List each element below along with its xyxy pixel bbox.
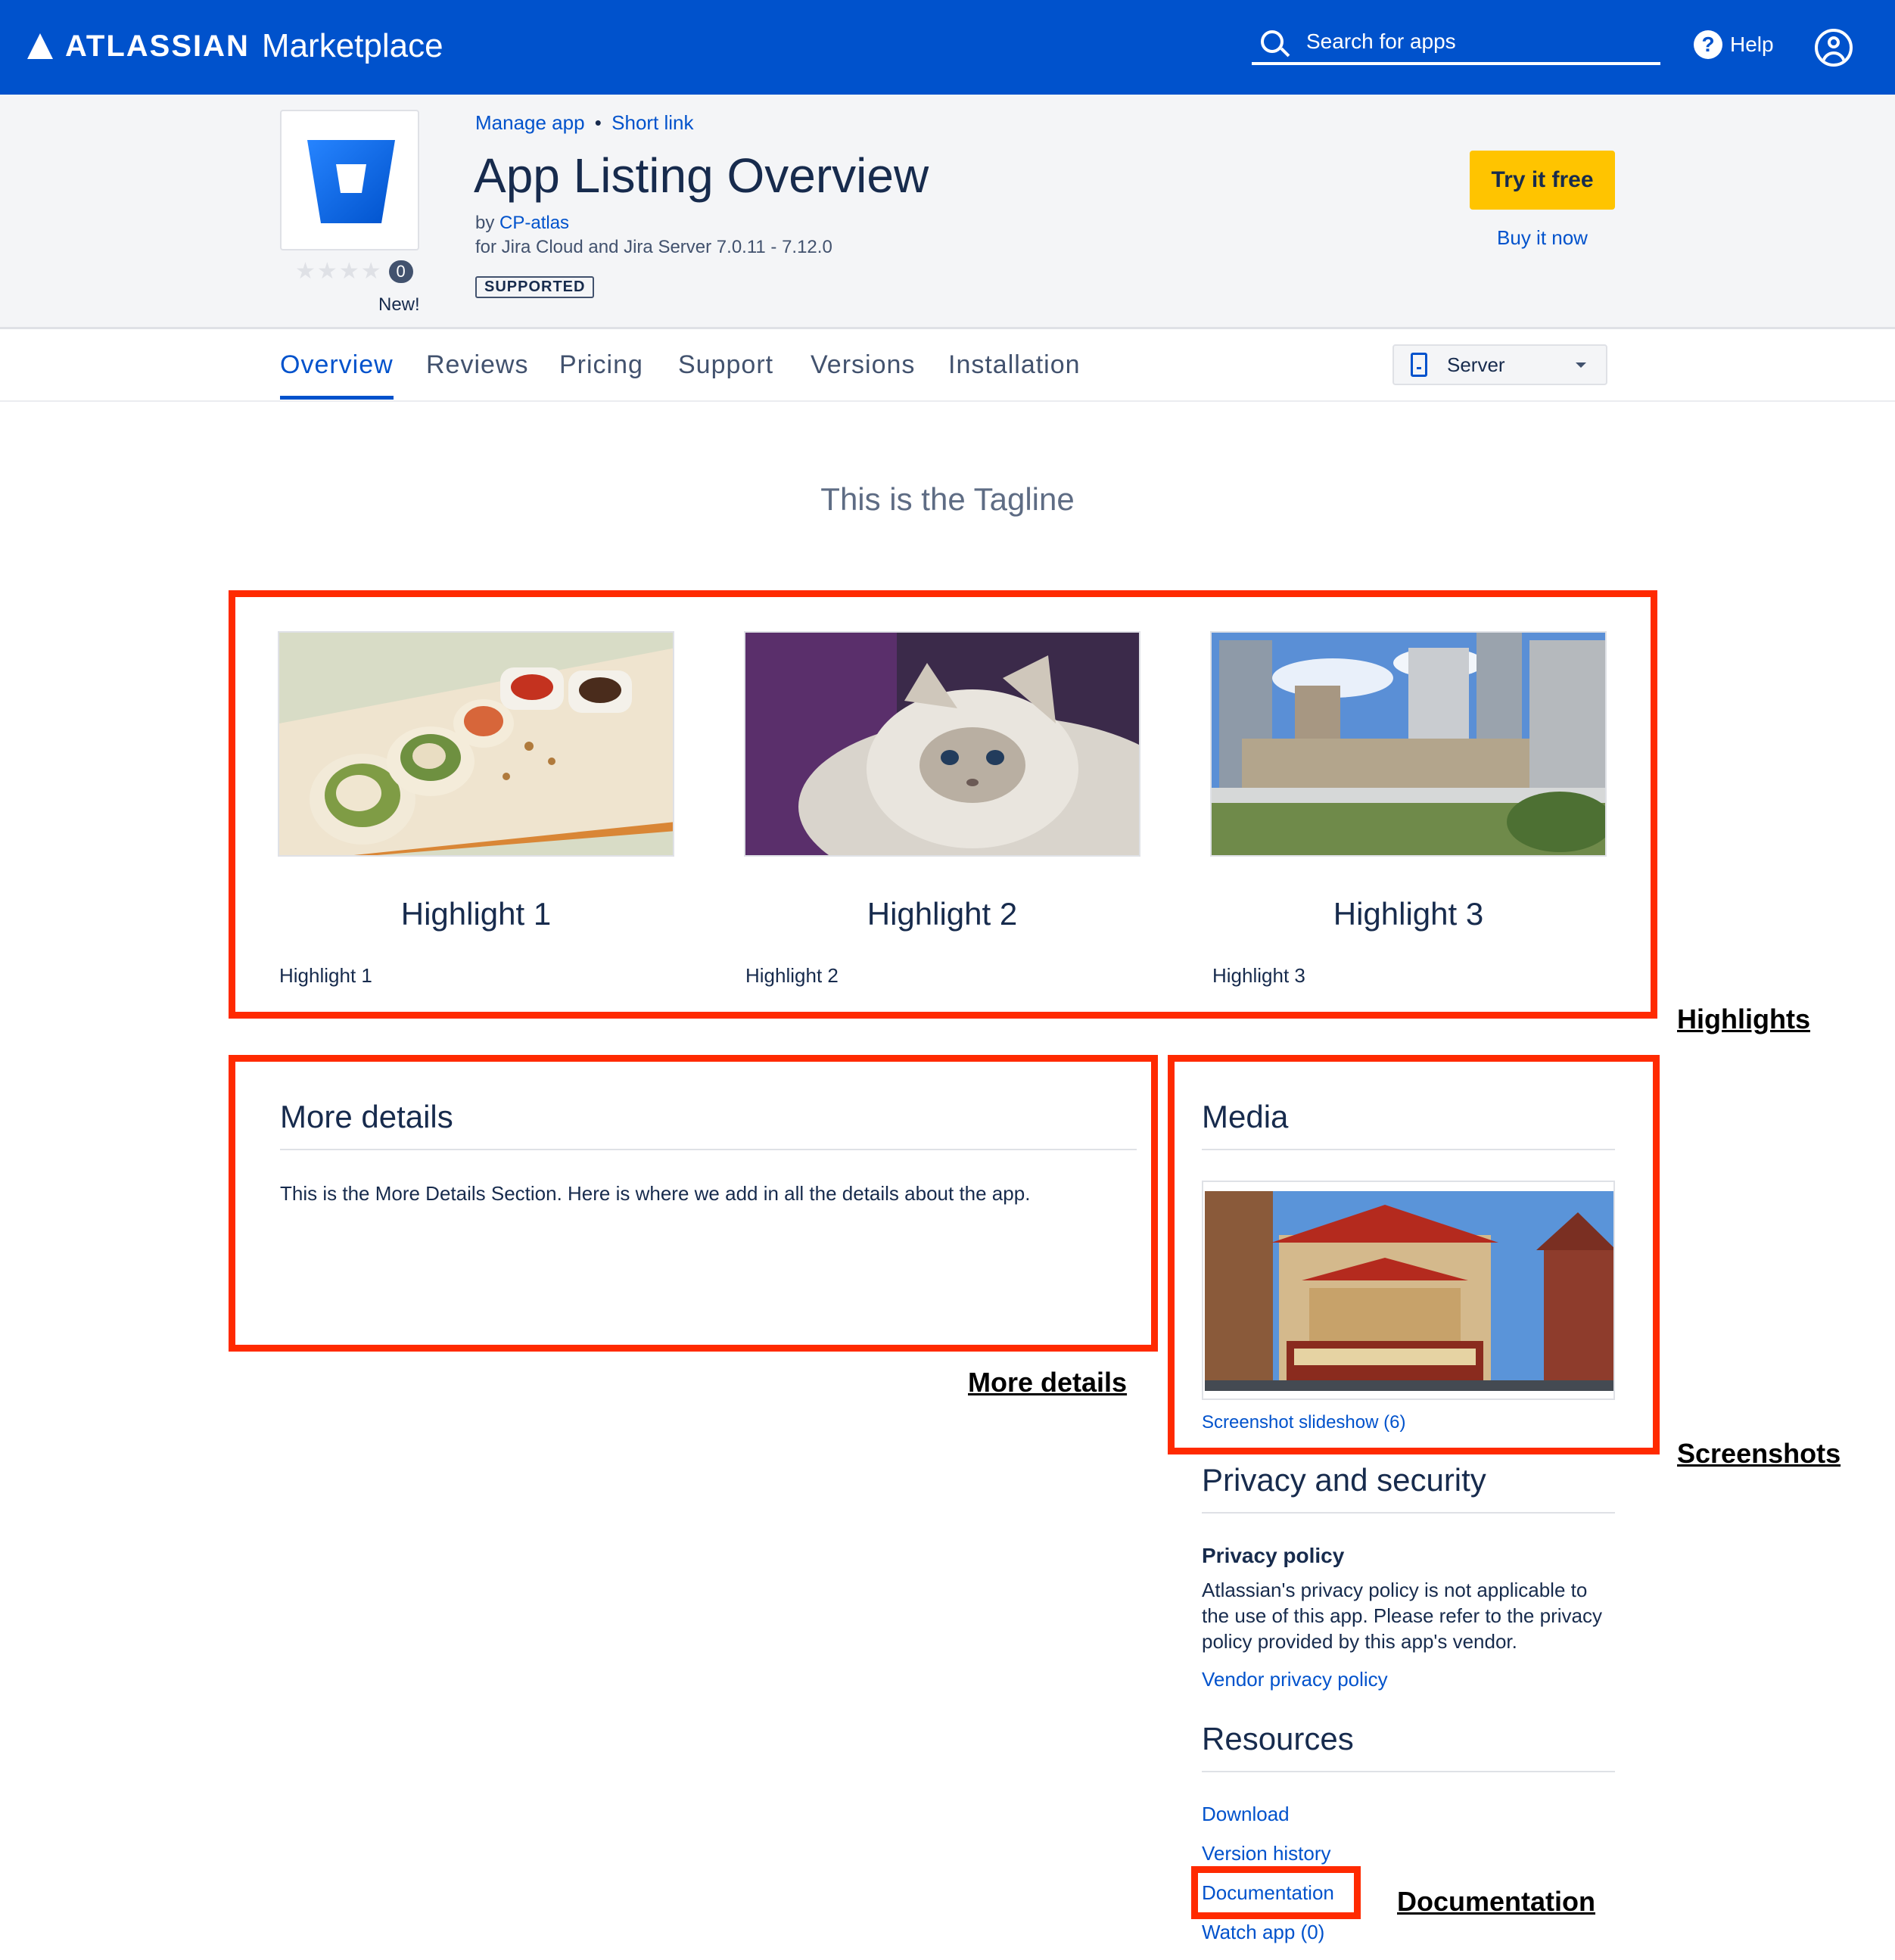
by-label: by	[475, 213, 495, 233]
star-icon: ★	[338, 259, 361, 284]
tab-support[interactable]: Support	[678, 350, 773, 380]
more-details-divider	[280, 1149, 1137, 1150]
manage-app-link[interactable]: Manage app	[475, 111, 585, 134]
star-icon: ★	[360, 259, 383, 284]
rating-count-badge: 0	[388, 260, 413, 283]
privacy-policy-subheading: Privacy policy	[1202, 1544, 1345, 1567]
highlight-text-1: Highlight 1	[279, 964, 372, 987]
annotation-label-screenshots: Screenshots	[1677, 1438, 1841, 1469]
street-scene-image	[1203, 1182, 1613, 1398]
search-input[interactable]	[1306, 30, 1639, 54]
annotation-label-documentation: Documentation	[1397, 1886, 1596, 1917]
search-icon[interactable]	[1261, 30, 1284, 53]
server-icon	[1411, 353, 1427, 377]
version-history-link[interactable]: Version history	[1202, 1842, 1331, 1865]
supported-badge: SUPPORTED	[475, 276, 595, 298]
more-details-heading: More details	[280, 1099, 453, 1134]
logo-brand-text: ATLASSIAN	[65, 29, 250, 63]
resources-heading: Resources	[1202, 1721, 1354, 1756]
highlight-title-2: Highlight 2	[867, 896, 1018, 932]
listing-tabs: Overview Reviews Pricing Support Version…	[0, 329, 1895, 402]
star-icon: ★	[295, 259, 317, 284]
app-listing-header: ★ ★ ★ ★ 0 New! Manage app • Short link A…	[0, 95, 1895, 329]
top-navigation-bar: ATLASSIAN Marketplace ? Help	[0, 0, 1895, 95]
vendor-privacy-policy-link[interactable]: Vendor privacy policy	[1202, 1668, 1388, 1691]
bitbucket-icon	[307, 140, 395, 223]
tab-overview[interactable]: Overview	[280, 350, 394, 380]
city-skyline-image	[1212, 633, 1605, 855]
search-box	[1252, 21, 1660, 65]
avatar-body-shape	[1822, 51, 1846, 64]
rating-stars[interactable]: ★ ★ ★ ★ 0	[295, 258, 413, 285]
help-button[interactable]: ? Help	[1694, 30, 1774, 59]
tab-pricing[interactable]: Pricing	[559, 350, 643, 380]
highlight-image-3[interactable]	[1210, 631, 1607, 857]
privacy-heading: Privacy and security	[1202, 1462, 1486, 1498]
atlassian-marketplace-logo[interactable]: ATLASSIAN Marketplace	[27, 27, 443, 65]
try-it-free-button[interactable]: Try it free	[1470, 151, 1615, 210]
short-link[interactable]: Short link	[611, 111, 693, 134]
buy-it-now-link[interactable]: Buy it now	[1470, 226, 1615, 250]
compatibility-text: for Jira Cloud and Jira Server 7.0.11 - …	[475, 237, 832, 257]
download-link[interactable]: Download	[1202, 1803, 1290, 1826]
app-tagline: This is the Tagline	[820, 481, 1075, 517]
highlight-text-2: Highlight 2	[745, 964, 839, 987]
active-tab-indicator	[280, 396, 394, 400]
hosting-selected-value: Server	[1447, 353, 1505, 376]
tab-installation[interactable]: Installation	[948, 350, 1081, 380]
chevron-down-icon	[1576, 362, 1586, 368]
highlight-title-1: Highlight 1	[400, 896, 552, 932]
tab-versions[interactable]: Versions	[811, 350, 915, 380]
resources-divider	[1202, 1771, 1615, 1772]
media-screenshot-thumbnail[interactable]	[1202, 1181, 1615, 1400]
hosting-select[interactable]: Server	[1392, 344, 1607, 385]
link-separator: •	[594, 111, 602, 134]
help-icon: ?	[1694, 30, 1722, 59]
spring-rolls-image	[279, 633, 673, 855]
media-divider	[1202, 1149, 1615, 1150]
cat-image	[745, 633, 1139, 855]
more-details-text: This is the More Details Section. Here i…	[280, 1182, 1031, 1205]
watch-app-link[interactable]: Watch app (0)	[1202, 1921, 1324, 1944]
highlight-image-1[interactable]	[278, 631, 674, 857]
star-icon: ★	[316, 259, 339, 284]
media-heading: Media	[1202, 1099, 1289, 1134]
highlight-title-3: Highlight 3	[1333, 896, 1484, 932]
avatar-head-shape	[1828, 36, 1840, 48]
atlassian-logo-icon	[27, 33, 53, 59]
annotation-label-more-details: More details	[968, 1367, 1128, 1398]
privacy-policy-text: Atlassian's privacy policy is not applic…	[1202, 1579, 1602, 1653]
logo-product-text: Marketplace	[261, 27, 443, 64]
privacy-divider	[1202, 1512, 1615, 1514]
vendor-link[interactable]: CP-atlas	[499, 213, 569, 233]
documentation-annotation-box	[1191, 1866, 1361, 1919]
help-label: Help	[1730, 33, 1774, 56]
tab-reviews[interactable]: Reviews	[426, 350, 528, 380]
annotation-label-highlights: Highlights	[1677, 1003, 1810, 1034]
vendor-line: by CP-atlas	[475, 213, 569, 234]
app-title: App Listing Overview	[474, 148, 929, 203]
highlight-image-2[interactable]	[744, 631, 1140, 857]
app-logo-tile	[280, 110, 419, 250]
screenshot-slideshow-link[interactable]: Screenshot slideshow (6)	[1202, 1412, 1405, 1433]
user-avatar-icon[interactable]	[1815, 29, 1853, 67]
highlight-text-3: Highlight 3	[1212, 964, 1305, 987]
listing-links: Manage app • Short link	[475, 111, 694, 135]
new-label: New!	[378, 294, 420, 315]
